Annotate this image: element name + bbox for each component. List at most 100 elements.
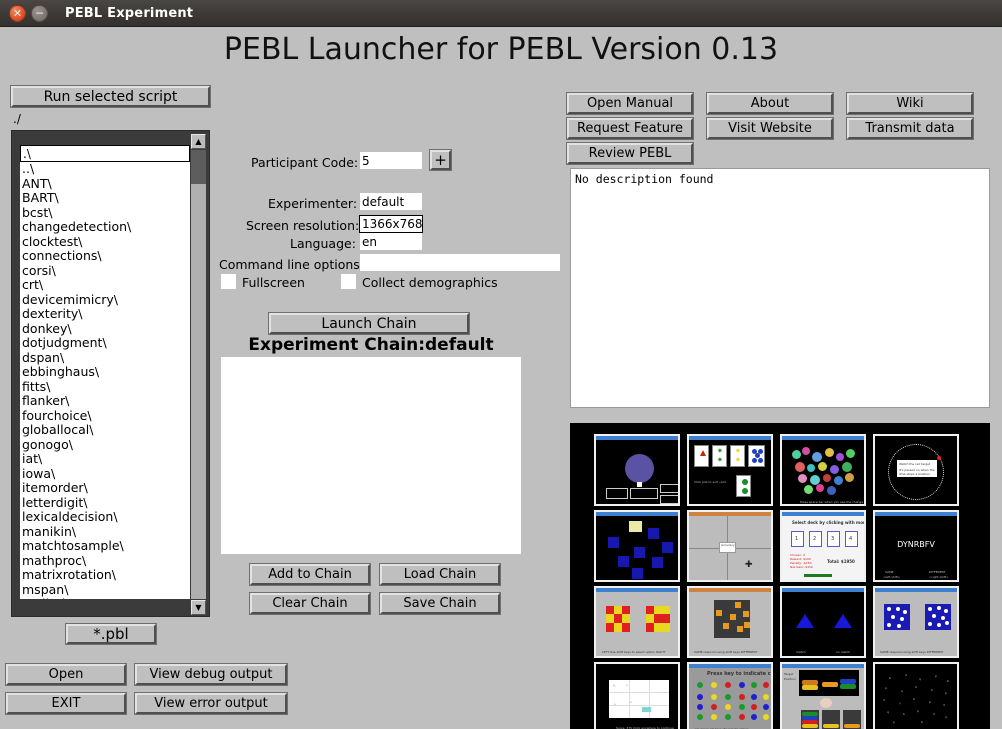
title-bar: ✕ ─ PEBL Experiment bbox=[0, 0, 1002, 27]
gallery-grid: ✷ ✷ ✷ ✷ Click pile to sort card Press sp… bbox=[594, 434, 970, 729]
language-label: Language: bbox=[290, 236, 356, 251]
file-list-item[interactable]: connections\ bbox=[20, 248, 190, 264]
screen-resolution-label: Screen resolution: bbox=[246, 218, 360, 233]
file-filter-input[interactable]: .\ bbox=[20, 145, 190, 162]
experimenter-label: Experimenter: bbox=[268, 196, 358, 211]
current-path-label: ./ bbox=[13, 112, 21, 126]
file-list-item[interactable]: ..\ bbox=[20, 162, 190, 177]
thumbnail-trail-making-task[interactable]: △ • • • Score: 375 Click anywhere to con… bbox=[594, 662, 680, 729]
thumbnail-visual-search-task[interactable]: b d q p b p q d b p d q b p d q b p d q … bbox=[873, 662, 959, 729]
participant-code-label: Participant Code: bbox=[251, 155, 359, 170]
view-debug-output-button[interactable]: View debug output bbox=[134, 663, 288, 686]
scroll-down-icon[interactable]: ▼ bbox=[191, 600, 206, 615]
minimize-icon[interactable]: ─ bbox=[31, 4, 48, 22]
file-list-item[interactable]: letterdigit\ bbox=[20, 495, 190, 511]
add-participant-button[interactable]: + bbox=[429, 149, 452, 171]
scroll-up-icon[interactable]: ▲ bbox=[191, 134, 206, 149]
pbl-filter-button[interactable]: *.pbl bbox=[65, 623, 157, 645]
file-list-item[interactable]: matchtosample\ bbox=[20, 538, 190, 554]
experimenter-input[interactable]: default bbox=[360, 193, 422, 210]
collect-demographics-label: Collect demographics bbox=[362, 275, 498, 290]
file-list-item[interactable]: dotjudgment\ bbox=[20, 335, 190, 351]
file-list-item[interactable]: bcst\ bbox=[20, 205, 190, 221]
screen-resolution-input[interactable]: 1366x768 bbox=[359, 215, 423, 233]
thumbnail-shape-comparison-task[interactable]: match no match bbox=[780, 586, 866, 658]
about-button[interactable]: About bbox=[706, 92, 834, 115]
language-input[interactable]: en bbox=[360, 233, 422, 250]
thumbnail-fitts-task[interactable]: Accuracy ✚ bbox=[687, 510, 773, 582]
thumbnail-change-detection-task[interactable]: Press space bar when you see the change bbox=[780, 434, 866, 506]
thumbnail-matrix-memory-task[interactable]: SAME respond using shift keys DIFFERENT bbox=[687, 586, 773, 658]
file-list-item[interactable]: gonogo\ bbox=[20, 437, 190, 453]
thumbnail-corsi-block-task[interactable] bbox=[594, 510, 680, 582]
file-list-item[interactable]: mspan\ bbox=[20, 582, 190, 598]
request-feature-button[interactable]: Request Feature bbox=[566, 117, 694, 140]
view-error-output-button[interactable]: View error output bbox=[134, 692, 288, 715]
open-manual-button[interactable]: Open Manual bbox=[566, 92, 694, 115]
load-chain-button[interactable]: Load Chain bbox=[379, 563, 501, 586]
collect-demographics-checkbox[interactable] bbox=[341, 274, 356, 289]
file-list-item[interactable]: fitts\ bbox=[20, 379, 190, 395]
file-list-item[interactable]: mullerlyer\ bbox=[20, 596, 190, 599]
description-text: No description found bbox=[575, 172, 714, 186]
file-list-item[interactable]: mathproc\ bbox=[20, 553, 190, 569]
file-list-item[interactable]: donkey\ bbox=[20, 321, 190, 337]
file-list-item[interactable]: matrixrotation\ bbox=[20, 567, 190, 583]
file-list-item[interactable]: itemorder\ bbox=[20, 480, 190, 496]
exit-button[interactable]: EXIT bbox=[5, 692, 127, 715]
file-list-item[interactable]: dspan\ bbox=[20, 350, 190, 366]
experiment-chain-list[interactable] bbox=[221, 357, 521, 554]
thumbnail-card-sorting-task[interactable]: ✷ ✷ ✷ ✷ Click pile to sort card bbox=[687, 434, 773, 506]
file-list-item[interactable]: manikin\ bbox=[20, 524, 190, 540]
thumbnail-clock-test-task[interactable]: Watch the red target It's passed on when… bbox=[873, 434, 959, 506]
page-title: PEBL Launcher for PEBL Version 0.13 bbox=[223, 32, 779, 67]
file-list-item[interactable]: iowa\ bbox=[20, 466, 190, 482]
file-list-item[interactable]: fourchoice\ bbox=[20, 408, 190, 424]
window-title: PEBL Experiment bbox=[65, 5, 194, 21]
file-browser-panel: .\ ..\ ANT\ BART\ bcst\ changedetection\ cloc… bbox=[11, 130, 210, 617]
file-list-item[interactable]: corsi\ bbox=[20, 263, 190, 279]
thumbnail-dot-pattern-task[interactable]: SAME respond using shift keys DIFFERENT bbox=[873, 586, 959, 658]
wiki-button[interactable]: Wiki bbox=[846, 92, 974, 115]
file-list-item[interactable]: ANT\ bbox=[20, 176, 190, 192]
thumbnail-letter-memory-task[interactable]: DYNRBFV SAME <left shift> DIFFERENT <rig… bbox=[873, 510, 959, 582]
file-list-item[interactable]: crt\ bbox=[20, 277, 190, 293]
file-list-item[interactable]: dexterity\ bbox=[20, 306, 190, 322]
file-list-scrollbar[interactable]: ▲ ▼ bbox=[191, 134, 206, 615]
transmit-data-button[interactable]: Transmit data bbox=[846, 117, 974, 140]
scrollbar-track[interactable] bbox=[191, 150, 206, 599]
add-to-chain-button[interactable]: Add to Chain bbox=[249, 563, 371, 586]
close-icon[interactable]: ✕ bbox=[9, 4, 26, 22]
file-list-item[interactable]: flanker\ bbox=[20, 393, 190, 409]
experiment-chain-heading: Experiment Chain:default bbox=[248, 335, 494, 355]
run-selected-script-button[interactable]: Run selected script bbox=[10, 85, 211, 108]
thumbnail-pattern-comparison-task[interactable]: LEFT Use shift keys to select option RIG… bbox=[594, 586, 680, 658]
file-list[interactable]: ..\ ANT\ BART\ bcst\ changedetection\ clockte… bbox=[20, 162, 190, 599]
clear-chain-button[interactable]: Clear Chain bbox=[249, 592, 371, 615]
participant-code-input[interactable]: 5 bbox=[360, 152, 422, 169]
fullscreen-checkbox[interactable] bbox=[221, 274, 236, 289]
visit-website-button[interactable]: Visit Website bbox=[706, 117, 834, 140]
file-list-item[interactable]: changedetection\ bbox=[20, 219, 190, 235]
file-list-item[interactable]: globallocal\ bbox=[20, 422, 190, 438]
launch-chain-button[interactable]: Launch Chain bbox=[268, 312, 470, 335]
file-list-item[interactable]: BART\ bbox=[20, 190, 190, 206]
description-panel: No description found bbox=[570, 168, 990, 408]
file-list-item[interactable]: devicemimicry\ bbox=[20, 292, 190, 308]
file-list-item[interactable]: ebbinghaus\ bbox=[20, 364, 190, 380]
command-line-options-label: Command line options: bbox=[219, 257, 365, 272]
review-pebl-button[interactable]: Review PEBL bbox=[566, 142, 694, 165]
scrollbar-thumb[interactable] bbox=[191, 150, 206, 184]
save-chain-button[interactable]: Save Chain bbox=[379, 592, 501, 615]
command-line-options-input[interactable] bbox=[360, 254, 560, 271]
client-area: PEBL Launcher for PEBL Version 0.13 Run … bbox=[0, 27, 1002, 729]
thumbnail-stroop-color-task[interactable]: Press key to indicate color. bbox=[687, 662, 773, 729]
thumbnail-bart-balloon-task[interactable] bbox=[594, 434, 680, 506]
thumbnail-iowa-gambling-task[interactable]: Select deck by clicking with mouse 1 2 3… bbox=[780, 510, 866, 582]
file-list-item[interactable]: clocktest\ bbox=[20, 234, 190, 250]
open-button[interactable]: Open bbox=[5, 663, 127, 686]
thumbnail-tower-of-london-task[interactable]: Target Position bbox=[780, 662, 866, 729]
file-list-item[interactable]: lexicaldecision\ bbox=[20, 509, 190, 525]
file-list-item[interactable]: iat\ bbox=[20, 451, 190, 467]
screenshot-gallery: ✷ ✷ ✷ ✷ Click pile to sort card Press sp… bbox=[570, 423, 990, 729]
